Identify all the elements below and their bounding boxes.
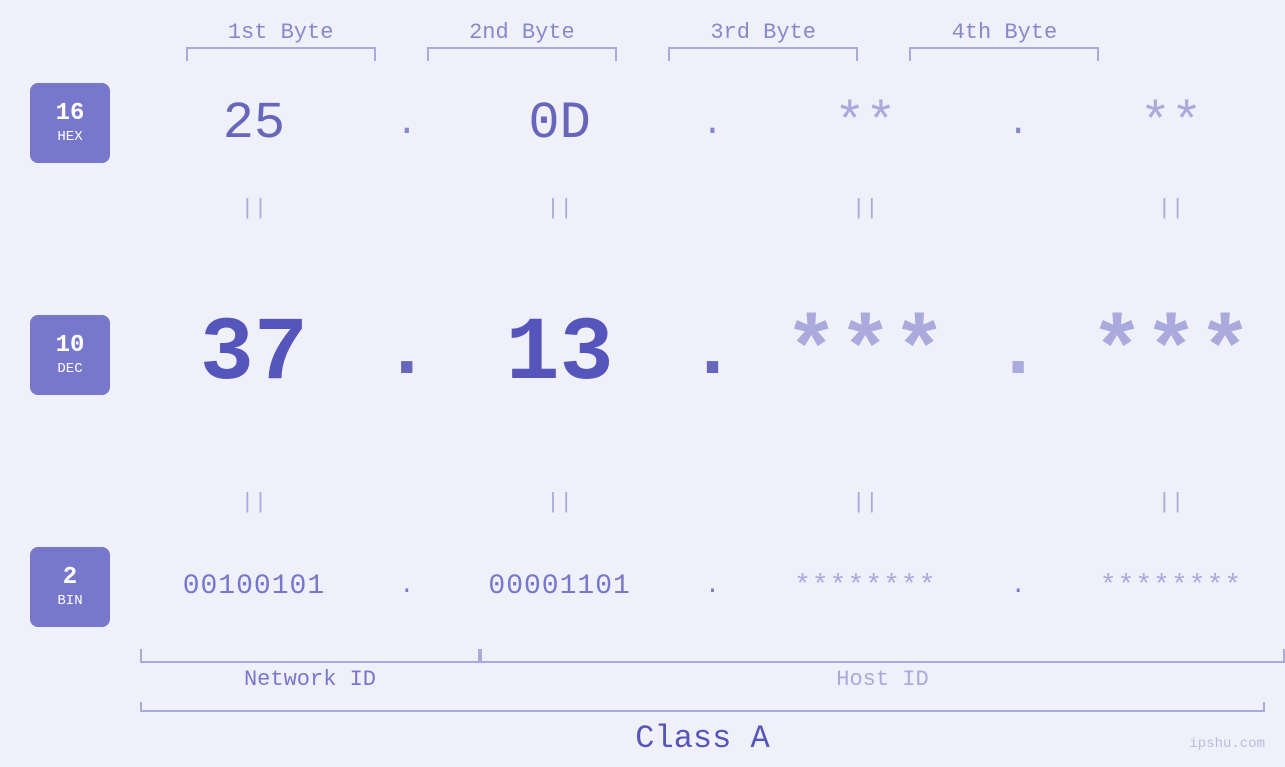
dec-badge-area: 10 DEC — [0, 315, 140, 395]
bracket-2 — [427, 47, 617, 61]
bin-byte3: ******** — [770, 571, 960, 602]
dec-byte4: *** — [1076, 304, 1266, 406]
bin-dot1: . — [387, 573, 427, 600]
sep-values-2: || || || || — [140, 490, 1285, 515]
class-label: Class A — [140, 720, 1265, 757]
bottom-section: Network ID Host ID Class A — [0, 649, 1285, 767]
dec-row: 10 DEC 37 . 13 . *** — [0, 231, 1285, 480]
byte-headers: 1st Byte 2nd Byte 3rd Byte 4th Byte — [0, 20, 1285, 45]
network-id-label: Network ID — [140, 667, 480, 692]
bin-values: 00100101 . 00001101 . ******** . — [140, 571, 1285, 602]
main-container: 1st Byte 2nd Byte 3rd Byte 4th Byte 16 H… — [0, 0, 1285, 767]
sep-values-1: || || || || — [140, 196, 1285, 221]
bracket-3 — [668, 47, 858, 61]
hex-byte2: 0D — [465, 94, 655, 153]
sep-cell-5: || — [159, 490, 349, 515]
host-bottom-bracket — [480, 649, 1285, 663]
host-id-label: Host ID — [480, 667, 1285, 692]
rows-container: 16 HEX 25 . 0D . ** — [0, 61, 1285, 649]
hex-byte4: ** — [1076, 94, 1266, 153]
bin-byte2: 00001101 — [465, 571, 655, 602]
hex-dot2: . — [692, 103, 732, 144]
byte3-header: 3rd Byte — [663, 20, 863, 45]
class-bottom-bracket — [140, 702, 1265, 712]
network-bottom-bracket — [140, 649, 480, 663]
dec-byte3: *** — [770, 304, 960, 406]
sep-row-1: || || || || — [0, 186, 1285, 231]
bin-badge-label: BIN — [57, 593, 82, 610]
hex-badge-area: 16 HEX — [0, 83, 140, 163]
hex-dot3: . — [998, 103, 1038, 144]
hex-badge-number: 16 — [56, 100, 85, 129]
bin-dot3: . — [998, 573, 1038, 600]
bin-row: 2 BIN 00100101 . 00001101 . ******** — [0, 525, 1285, 650]
bin-badge-number: 2 — [63, 564, 77, 593]
dec-dot1: . — [387, 313, 427, 398]
sep-cell-8: || — [1076, 490, 1266, 515]
hex-badge-label: HEX — [57, 129, 82, 146]
bin-byte1: 00100101 — [159, 571, 349, 602]
dec-badge-number: 10 — [56, 332, 85, 361]
hex-dot1: . — [387, 103, 427, 144]
byte1-header: 1st Byte — [181, 20, 381, 45]
sep-cell-2: || — [465, 196, 655, 221]
bin-badge-area: 2 BIN — [0, 547, 140, 627]
dec-byte2: 13 — [465, 304, 655, 406]
dec-dot3: . — [998, 313, 1038, 398]
hex-values: 25 . 0D . ** . ** — [140, 94, 1285, 153]
bin-dot2: . — [692, 573, 732, 600]
sep-cell-6: || — [465, 490, 655, 515]
bin-badge: 2 BIN — [30, 547, 110, 627]
class-bracket-area: Class A — [140, 702, 1265, 767]
bottom-bracket-row — [140, 649, 1285, 663]
dec-badge-label: DEC — [57, 361, 82, 378]
dec-values: 37 . 13 . *** . *** — [140, 304, 1285, 406]
sep-cell-7: || — [770, 490, 960, 515]
sep-cell-4: || — [1076, 196, 1266, 221]
hex-row: 16 HEX 25 . 0D . ** — [0, 61, 1285, 186]
dec-dot2: . — [692, 313, 732, 398]
bracket-1 — [186, 47, 376, 61]
sep-cell-3: || — [770, 196, 960, 221]
sep-row-2: || || || || — [0, 480, 1285, 525]
bracket-4 — [909, 47, 1099, 61]
dec-badge: 10 DEC — [30, 315, 110, 395]
dec-byte1: 37 — [159, 304, 349, 406]
network-host-labels: Network ID Host ID — [140, 667, 1285, 692]
byte4-header: 4th Byte — [904, 20, 1104, 45]
top-brackets — [0, 47, 1285, 61]
bin-byte4: ******** — [1076, 571, 1266, 602]
hex-badge: 16 HEX — [30, 83, 110, 163]
hex-byte3: ** — [770, 94, 960, 153]
byte2-header: 2nd Byte — [422, 20, 622, 45]
watermark: ipshu.com — [1189, 736, 1265, 752]
sep-cell-1: || — [159, 196, 349, 221]
hex-byte1: 25 — [159, 94, 349, 153]
